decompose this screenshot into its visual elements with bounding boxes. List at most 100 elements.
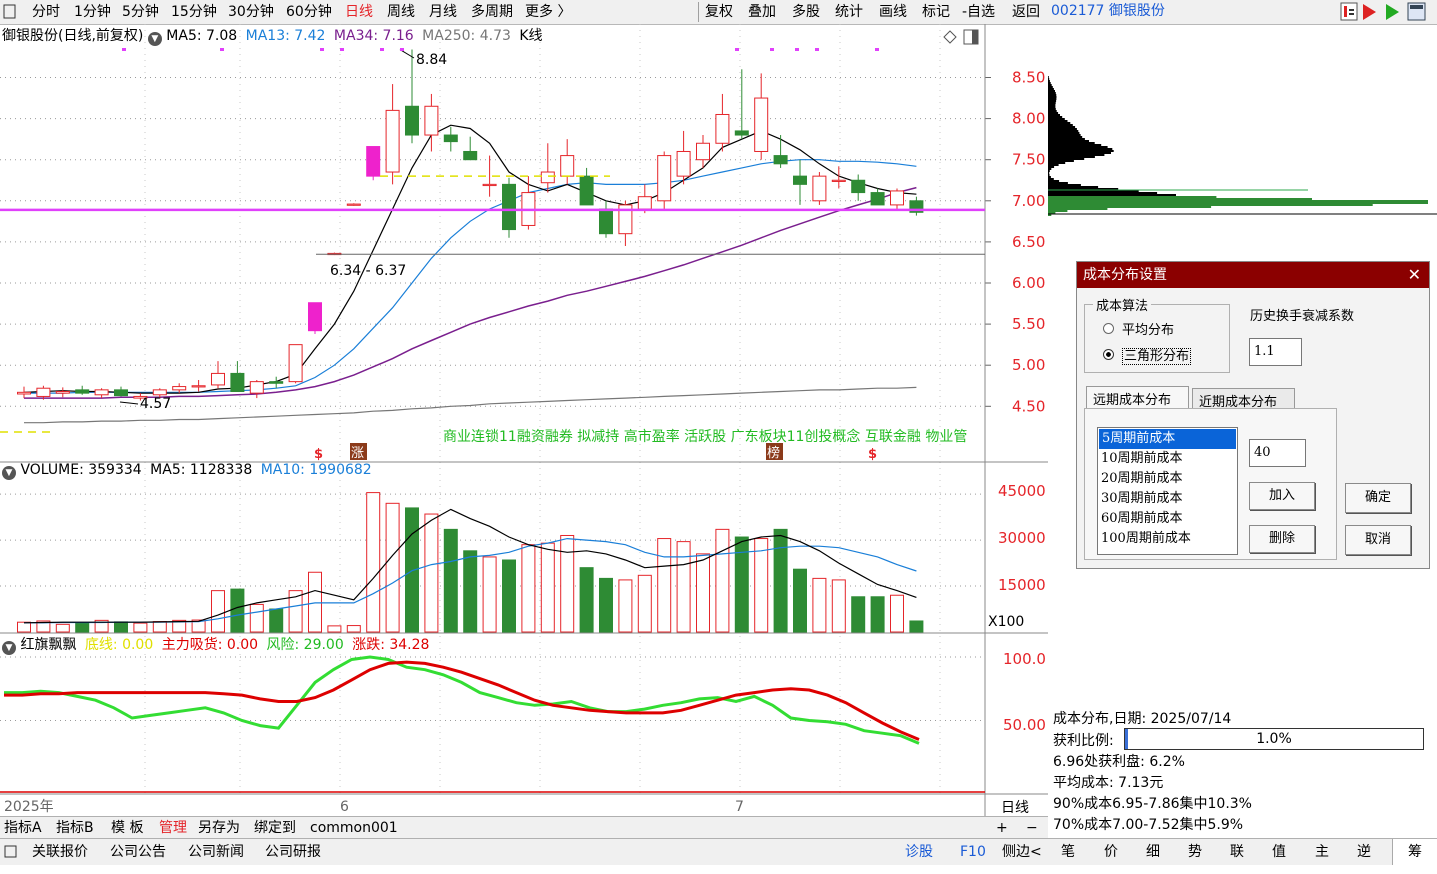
side-tab-zhi[interactable]: 值	[1272, 839, 1286, 865]
radio-average[interactable]: 平均分布	[1103, 319, 1174, 338]
cost-row-bar	[1048, 142, 1095, 144]
kline-chart[interactable]: 8.50 8.00 7.50 7.00 6.50 6.00 5.50 5.00 …	[0, 24, 1048, 816]
candle-body	[657, 155, 672, 202]
period-tab-daily[interactable]: 日线	[345, 0, 373, 24]
candle-body	[424, 105, 439, 136]
tab-save-as[interactable]: 另存为	[198, 817, 240, 839]
period-tab-1min[interactable]: 1分钟	[74, 0, 111, 24]
status-box-icon[interactable]	[4, 839, 18, 865]
tool-back-button[interactable]: 返回	[1012, 0, 1040, 24]
dialog-titlebar[interactable]: 成本分布设置 ✕	[1077, 262, 1429, 288]
candlestick-series	[17, 49, 924, 401]
volume-bar	[482, 556, 497, 633]
side-tab-chou[interactable]: 筹	[1392, 839, 1437, 865]
candle-body	[191, 385, 206, 388]
tool-fuquan-button[interactable]: 复权	[705, 0, 733, 24]
tool-mark-button[interactable]: 标记	[922, 0, 950, 24]
list-item[interactable]: 10周期前成本	[1098, 449, 1237, 469]
tab-bind-to[interactable]: 绑定到	[254, 817, 296, 839]
tool-watchlist-button[interactable]: -自选	[962, 0, 995, 24]
delete-button[interactable]: 删除	[1249, 525, 1315, 553]
volume-bar	[540, 542, 555, 633]
tool-overlay-button[interactable]: 叠加	[748, 0, 776, 24]
period-tab-multi[interactable]: 多周期	[471, 0, 513, 24]
cost-row-bar	[1048, 112, 1059, 114]
link-f10[interactable]: F10	[960, 839, 986, 865]
cancel-button[interactable]: 取消	[1345, 525, 1411, 555]
list-item[interactable]: 30周期前成本	[1098, 489, 1237, 509]
diamond-icon[interactable]	[943, 30, 957, 44]
side-tab-xi[interactable]: 细	[1146, 839, 1160, 865]
tab-template[interactable]: 模 板	[111, 817, 143, 839]
tool-multi-stock-button[interactable]: 多股	[792, 0, 820, 24]
ok-button[interactable]: 确定	[1345, 483, 1411, 513]
side-tab-zhu[interactable]: 主	[1315, 839, 1329, 865]
menu-box-icon[interactable]	[3, 0, 17, 24]
tab-indicator-a[interactable]: 指标A	[4, 817, 42, 839]
cost-row-bar	[1048, 182, 1068, 184]
link-related-quote[interactable]: 关联报价	[32, 839, 88, 865]
period-tab-weekly[interactable]: 周线	[387, 0, 415, 24]
tab-indicator-b[interactable]: 指标B	[56, 817, 94, 839]
report-icon[interactable]	[1340, 2, 1358, 21]
link-company-news[interactable]: 公司新闻	[188, 839, 244, 865]
candle-body	[870, 192, 885, 206]
volume-bar	[443, 528, 458, 633]
play-green-icon[interactable]	[1386, 4, 1399, 20]
link-company-notice[interactable]: 公司公告	[110, 839, 166, 865]
cost-row-bar	[1048, 138, 1085, 140]
side-tab-bi[interactable]: 笔	[1061, 839, 1075, 865]
zoom-in-button[interactable]: +	[996, 817, 1008, 839]
list-item[interactable]: 100周期前成本	[1098, 529, 1237, 549]
cost-distribution-dialog: 成本分布设置 ✕ 成本算法 平均分布 三角形分布 历史换手衰减系数 1.1 远期…	[1076, 261, 1430, 569]
tab-near-cost[interactable]: 近期成本分布	[1192, 388, 1295, 410]
cost-row-bar	[1048, 140, 1089, 142]
tool-draw-button[interactable]: 画线	[879, 0, 907, 24]
event-marker	[220, 48, 224, 51]
side-tab-jia[interactable]: 价	[1104, 839, 1118, 865]
radio-triangle[interactable]: 三角形分布	[1103, 345, 1192, 365]
period-tab-monthly[interactable]: 月线	[429, 0, 457, 24]
list-item[interactable]: 60周期前成本	[1098, 509, 1237, 529]
zoom-out-button[interactable]: −	[1026, 817, 1038, 839]
tab-common001[interactable]: common001	[310, 817, 398, 839]
list-item[interactable]: 20周期前成本	[1098, 469, 1237, 489]
link-sidebar[interactable]: 侧边<	[1002, 839, 1042, 865]
panel-toggle-icon[interactable]	[963, 29, 979, 45]
period-tab-fenshi[interactable]: 分时	[32, 0, 60, 24]
period-input[interactable]: 40	[1249, 439, 1306, 467]
side-tab-ni[interactable]: 逆	[1357, 839, 1371, 865]
period-tab-30min[interactable]: 30分钟	[228, 0, 274, 24]
cost-row-bar	[1048, 180, 1060, 182]
legend-toggle-icon[interactable]: ▼	[2, 641, 16, 655]
tool-stats-button[interactable]: 统计	[835, 0, 863, 24]
event-marker	[340, 48, 344, 51]
cost-row-bar	[1048, 168, 1052, 170]
indicator-tick-label: 50.00	[1003, 716, 1046, 734]
candle-body	[502, 183, 516, 231]
period-tab-60min[interactable]: 60分钟	[286, 0, 332, 24]
cost-row-bar	[1048, 148, 1113, 150]
price-tick-label: 7.50	[1012, 151, 1045, 169]
link-company-research[interactable]: 公司研报	[265, 839, 321, 865]
link-diagnose[interactable]: 诊股	[905, 839, 933, 865]
list-item[interactable]: 5周期前成本	[1099, 429, 1236, 449]
side-tab-lian[interactable]: 联	[1230, 839, 1244, 865]
side-tab-shi[interactable]: 势	[1188, 839, 1202, 865]
volume-bar	[579, 567, 594, 633]
legend-toggle-icon[interactable]: ▼	[147, 32, 162, 46]
dialog-close-icon[interactable]: ✕	[1408, 262, 1421, 288]
window-icon[interactable]	[1407, 2, 1426, 21]
indicator-lines	[4, 655, 920, 745]
period-tab-more[interactable]: 更多 〉	[525, 0, 571, 24]
play-red-icon[interactable]	[1363, 4, 1376, 20]
add-button[interactable]: 加入	[1249, 482, 1315, 510]
decay-input[interactable]: 1.1	[1249, 338, 1302, 366]
legend-toggle-icon[interactable]: ▼	[2, 466, 16, 480]
period-tab-5min[interactable]: 5分钟	[122, 0, 159, 24]
period-list[interactable]: 5周期前成本 10周期前成本 20周期前成本 30周期前成本 60周期前成本 1…	[1097, 427, 1238, 555]
period-tab-15min[interactable]: 15分钟	[171, 0, 217, 24]
cost-row-bar	[1048, 122, 1071, 124]
tab-far-cost[interactable]: 远期成本分布	[1086, 386, 1189, 409]
tab-manage[interactable]: 管理	[159, 817, 187, 839]
